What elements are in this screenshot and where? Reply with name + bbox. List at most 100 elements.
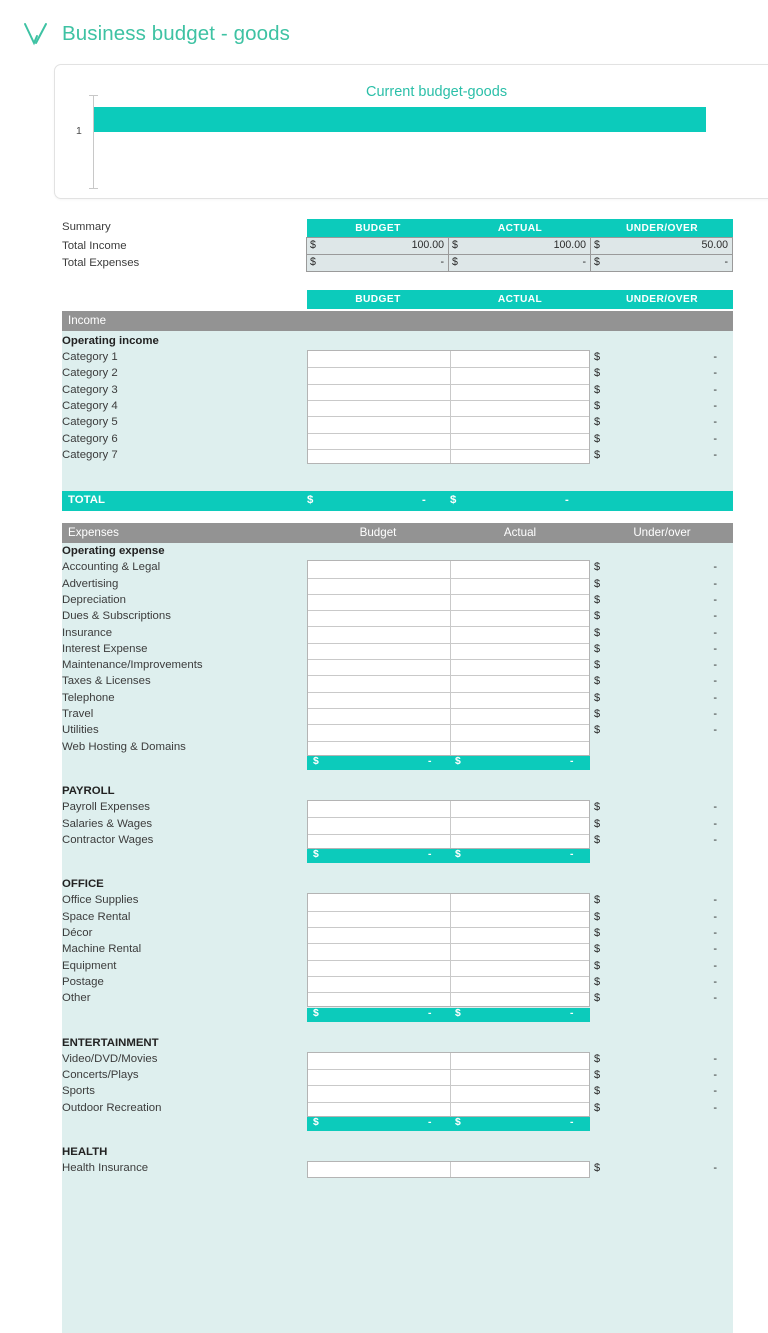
under-over-value: - — [713, 910, 717, 923]
currency-symbol: $ — [452, 239, 458, 251]
grid-divider — [450, 561, 451, 755]
row-label: Taxes & Licenses — [62, 675, 151, 688]
grid-row-line — [308, 691, 589, 693]
income-total-actual-value: - — [565, 494, 569, 506]
under-over-cell: $ - — [594, 893, 737, 909]
under-over-value: - — [713, 561, 717, 574]
expenses-col-actual: Actual — [503, 526, 537, 539]
cell-value: 100.00 — [411, 239, 444, 251]
bar-series-1 — [94, 107, 707, 132]
currency-symbol: $ — [594, 399, 601, 412]
income-col-underover: UNDER/OVER — [626, 294, 698, 305]
grid-divider — [450, 1052, 451, 1116]
under-over-cell: $ - — [594, 723, 737, 739]
subtotal-budget-currency: $ — [313, 1117, 319, 1128]
grid-row-line — [308, 707, 589, 709]
under-over-value: - — [713, 367, 717, 380]
total-income-actual-cell[interactable]: $ 100.00 — [448, 237, 591, 255]
summary-col-underover: UNDER/OVER — [626, 223, 698, 234]
input-grid[interactable] — [307, 1161, 590, 1178]
grid-row-line — [308, 992, 589, 994]
currency-symbol: $ — [594, 626, 601, 639]
under-over-value: - — [713, 593, 717, 606]
x-axis-tick-label: $100.00 — [688, 198, 723, 199]
subtotal-actual-currency: $ — [455, 849, 461, 861]
under-over-cell: $ - — [594, 432, 737, 448]
under-over-cell: $ - — [594, 991, 737, 1007]
total-expenses-underover-cell[interactable]: $ - — [590, 254, 733, 272]
currency-symbol: $ — [594, 1101, 601, 1114]
row-label: Space Rental — [62, 910, 131, 923]
input-grid[interactable] — [307, 1051, 590, 1117]
y-axis-cap-top — [89, 95, 98, 96]
row-label: Equipment — [62, 959, 117, 972]
under-over-value: - — [713, 1085, 717, 1098]
subtotal-actual-value: - — [570, 1007, 574, 1019]
chart-plot-area: 1 $- $20.00 $40.00 $60.00 $80.00 $100.00 — [76, 95, 768, 198]
currency-symbol: $ — [594, 1085, 601, 1098]
summary-header-row: BUDGET ACTUAL UNDER/OVER — [307, 219, 733, 238]
income-section-band: Income — [62, 311, 733, 331]
grid-divider — [450, 801, 451, 849]
input-grid[interactable] — [307, 800, 590, 850]
under-over-value: - — [713, 927, 717, 939]
summary-col-actual: ACTUAL — [497, 223, 543, 234]
currency-symbol: $ — [594, 708, 601, 720]
subtotal-actual-value: - — [570, 755, 574, 767]
currency-symbol: $ — [452, 256, 458, 268]
under-over-value: - — [713, 975, 717, 988]
under-over-cell: $ - — [594, 707, 737, 723]
operating-income-group-label-row: Operating income — [0, 334, 768, 350]
under-over-cell: $ - — [594, 800, 737, 816]
currency-symbol: $ — [594, 894, 601, 907]
total-expenses-actual-cell[interactable]: $ - — [448, 254, 591, 272]
expenses-section-band: Expenses Budget Actual Under/over — [62, 523, 733, 543]
under-over-value: - — [713, 992, 717, 1005]
summary-row-total-expenses: $ - $ - $ - — [306, 254, 733, 272]
under-over-value: - — [713, 959, 717, 972]
under-over-cell: $ - — [594, 1068, 737, 1084]
grid-divider — [450, 1162, 451, 1177]
under-over-value: - — [713, 610, 717, 623]
cell-value: 100.00 — [553, 239, 586, 251]
x-axis-tick-label: $- — [89, 198, 98, 199]
row-label: Category 4 — [62, 399, 118, 412]
subtotal-budget-value: - — [428, 755, 432, 767]
grid-row-line — [308, 642, 589, 644]
x-axis-ticks: $- $20.00 $40.00 $60.00 $80.00 $100.00 — [79, 198, 768, 199]
row-label: Contractor Wages — [62, 833, 154, 846]
total-income-budget-cell[interactable]: $ 100.00 — [306, 237, 449, 255]
grid-row-line — [308, 833, 589, 835]
under-over-cell: $ - — [594, 1101, 737, 1117]
under-over-value: - — [713, 894, 717, 907]
row-label: Health Insurance — [62, 1162, 149, 1175]
input-grid[interactable] — [307, 560, 590, 756]
grid-row-line — [308, 910, 589, 912]
currency-symbol: $ — [594, 593, 601, 606]
currency-symbol: $ — [594, 724, 601, 737]
input-grid[interactable] — [307, 893, 590, 1008]
under-over-cell: $ - — [594, 942, 737, 958]
subtotal-budget-currency: $ — [313, 755, 319, 767]
under-over-cell: $ - — [594, 1052, 737, 1068]
grid-row-line — [308, 577, 589, 579]
operating-income-label: Operating income — [62, 335, 159, 347]
group-heading: OFFICE — [62, 878, 104, 891]
total-expenses-budget-cell[interactable]: $ - — [306, 254, 449, 272]
under-over-value: - — [713, 351, 717, 363]
under-over-cell: $ - — [594, 959, 737, 975]
cell-value: - — [724, 256, 728, 268]
row-label: Dues & Subscriptions — [62, 610, 171, 623]
under-over-value: - — [713, 943, 717, 956]
total-income-underover-cell[interactable]: $ 50.00 — [590, 237, 733, 255]
summary-label: Summary — [62, 221, 111, 233]
under-over-cell: $ - — [594, 577, 737, 593]
input-grid[interactable] — [307, 350, 590, 465]
row-label: Category 7 — [62, 448, 118, 461]
under-over-cell: $ - — [594, 609, 737, 625]
currency-symbol: $ — [594, 927, 601, 939]
row-label: Salaries & Wages — [62, 817, 153, 830]
row-label: Postage — [62, 975, 104, 988]
income-col-budget: BUDGET — [355, 294, 401, 305]
income-col-actual: ACTUAL — [497, 294, 543, 305]
